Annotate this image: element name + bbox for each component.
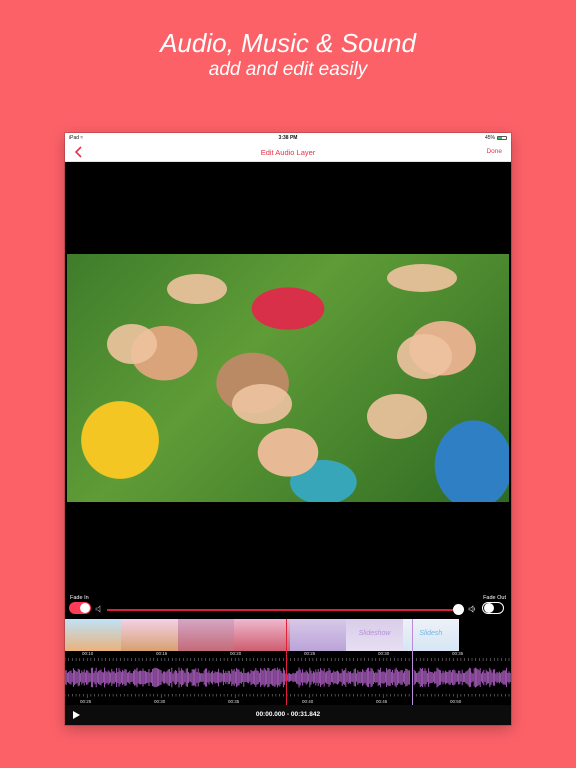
ruler-tick-label: 00:25 — [80, 699, 92, 704]
video-filmstrip[interactable]: Slideshow Slidesh — [65, 619, 459, 651]
done-button[interactable]: Done — [486, 148, 502, 155]
playback-bar: 00:00.000 - 00:31.842 — [65, 705, 511, 725]
photo-detail — [107, 324, 157, 364]
ruler-ticks — [65, 694, 510, 698]
fade-in-toggle[interactable] — [69, 602, 91, 614]
promo-headline: Audio, Music & Sound add and edit easily — [0, 28, 576, 82]
battery-percent: 45% — [484, 135, 495, 141]
volume-slider[interactable] — [107, 609, 461, 611]
filmstrip-frame: Slideshow — [346, 619, 403, 651]
photo-detail — [167, 274, 227, 304]
ruler-tick-label: 00:45 — [376, 699, 388, 704]
audio-end-marker[interactable] — [412, 619, 413, 705]
playhead[interactable] — [286, 619, 287, 705]
volume-high-icon — [468, 605, 476, 613]
ruler-tick-label: 00:20 — [230, 651, 242, 656]
navigation-bar: Edit Audio Layer Done — [65, 143, 511, 162]
fade-controls: Fade In Fade Out — [65, 594, 511, 616]
headline-line-1: Audio, Music & Sound — [160, 28, 416, 58]
ruler-tick-label: 00:25 — [304, 651, 316, 656]
ruler-tick-label: 00:35 — [228, 699, 240, 704]
photo-detail — [232, 384, 292, 424]
volume-slider-thumb[interactable] — [453, 604, 464, 615]
headline-line-2: add and edit easily — [208, 59, 368, 80]
filmstrip-frame — [290, 619, 347, 651]
status-time: 3:38 PM — [278, 135, 298, 141]
timeline-ruler-bottom: 00:25 00:30 00:35 00:40 00:45 00:50 — [65, 694, 511, 704]
video-preview[interactable] — [67, 254, 509, 502]
fade-out-label: Fade Out — [483, 595, 506, 601]
volume-low-icon — [95, 605, 101, 613]
fade-out-toggle[interactable] — [482, 602, 504, 614]
ipad-screen: iPad ≈ 3:38 PM 45% Edit Audio Layer Done… — [65, 133, 511, 725]
timecode: 00:00.000 - 00:31.842 — [255, 711, 321, 718]
ruler-tick-label: 00:30 — [154, 699, 166, 704]
filmstrip-frame — [65, 619, 122, 651]
filmstrip-frame — [177, 619, 234, 651]
battery-icon — [497, 136, 507, 140]
ruler-tick-label: 00:40 — [302, 699, 314, 704]
fade-in-label: Fade In — [70, 595, 89, 601]
ruler-ticks — [65, 658, 510, 661]
ruler-tick-label: 00:50 — [450, 699, 462, 704]
status-battery: 45% — [485, 135, 507, 141]
timeline-ruler-top: 00:10 00:15 00:20 00:25 00:30 00:35 — [65, 651, 511, 661]
ruler-tick-label: 00:10 — [82, 651, 94, 656]
photo-detail — [387, 264, 457, 292]
ruler-tick-label: 00:35 — [452, 651, 464, 656]
photo-detail — [397, 334, 452, 379]
filmstrip-frame — [233, 619, 291, 651]
ruler-tick-label: 00:30 — [378, 651, 390, 656]
filmstrip-frame — [121, 619, 178, 651]
audio-waveform[interactable] — [65, 661, 511, 694]
frame-title-text: Slideshow — [358, 630, 391, 637]
ruler-tick-label: 00:15 — [156, 651, 168, 656]
page-title: Edit Audio Layer — [260, 148, 316, 157]
photo-detail — [367, 394, 427, 439]
status-bar: iPad ≈ 3:38 PM 45% — [65, 133, 511, 143]
